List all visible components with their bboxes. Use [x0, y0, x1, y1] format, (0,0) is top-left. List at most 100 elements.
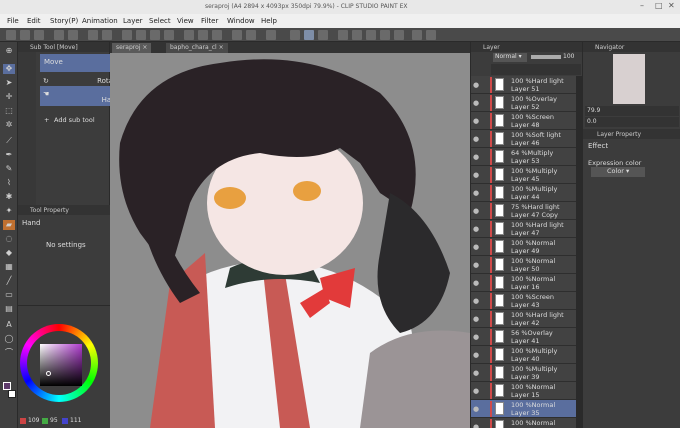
opacity-slider[interactable] — [531, 55, 561, 59]
visibility-eye-icon[interactable]: ● — [473, 297, 479, 305]
snap-special-ruler-icon[interactable] — [304, 30, 314, 40]
visibility-eye-icon[interactable]: ● — [473, 225, 479, 233]
zoom-tool-icon[interactable]: ⊕ — [3, 46, 15, 56]
visibility-eye-icon[interactable]: ● — [473, 135, 479, 143]
deselect-icon[interactable] — [136, 30, 146, 40]
eraser-tool-icon[interactable]: ▰ — [3, 220, 15, 230]
layer-row[interactable]: ● 100 %Overlay Layer 52 — [471, 94, 577, 112]
navigator-zoom-value[interactable]: 79.9 — [587, 107, 600, 114]
snap-ruler-icon[interactable] — [290, 30, 300, 40]
saturation-value-square[interactable] — [40, 344, 82, 386]
visibility-eye-icon[interactable]: ● — [473, 333, 479, 341]
layer-row[interactable]: ● 100 %Normal — [471, 418, 577, 428]
tab-close-icon[interactable]: × — [219, 44, 224, 51]
gradient-tool-icon[interactable]: ▦ — [3, 262, 15, 272]
color-picker-cursor[interactable] — [46, 371, 51, 376]
pen-tool-icon[interactable]: ✒ — [3, 150, 15, 160]
clear-icon[interactable] — [88, 30, 98, 40]
balloon-tool-icon[interactable]: ◯ — [3, 334, 15, 344]
minimize-icon[interactable]: – — [640, 1, 644, 10]
fill-tool-icon[interactable]: ◆ — [3, 248, 15, 258]
visibility-eye-icon[interactable]: ● — [473, 387, 479, 395]
save-icon[interactable] — [34, 30, 44, 40]
visibility-eye-icon[interactable]: ● — [473, 405, 479, 413]
visibility-eye-icon[interactable]: ● — [473, 279, 479, 287]
blend-mode-select[interactable]: Normal ▾ — [493, 53, 527, 62]
figure-tool-icon[interactable]: ╱ — [3, 276, 15, 286]
rotate-icon[interactable] — [212, 30, 222, 40]
menu-window[interactable]: Window — [227, 17, 255, 25]
main-color-swatch[interactable] — [3, 382, 11, 390]
visibility-eye-icon[interactable]: ● — [473, 423, 479, 428]
airbrush-tool-icon[interactable]: ✱ — [3, 192, 15, 202]
reference-icon[interactable] — [352, 30, 362, 40]
layer-row[interactable]: ● 100 %Normal Layer 15 — [471, 382, 577, 400]
menu-animation[interactable]: Animation — [82, 17, 118, 25]
layer-row[interactable]: ● 100 %Screen Layer 48 — [471, 112, 577, 130]
expression-color-select[interactable]: Color ▾ — [591, 167, 645, 177]
text-tool-icon[interactable]: A — [3, 320, 15, 330]
grid-icon[interactable] — [246, 30, 256, 40]
gradient-icon[interactable] — [426, 30, 436, 40]
layer-row[interactable]: ● 100 %Hard light Layer 51 — [471, 76, 577, 94]
crop-icon[interactable] — [184, 30, 194, 40]
menu-story[interactable]: Story(P) — [50, 17, 78, 25]
layer-row[interactable]: ● 100 %Hard light Layer 42 — [471, 310, 577, 328]
visibility-eye-icon[interactable]: ● — [473, 99, 479, 107]
visibility-eye-icon[interactable]: ● — [473, 81, 479, 89]
copy-icon[interactable] — [366, 30, 376, 40]
color-icon[interactable] — [412, 30, 422, 40]
menu-file[interactable]: File — [7, 17, 19, 25]
visibility-eye-icon[interactable]: ● — [473, 153, 479, 161]
snap-grid-icon[interactable] — [318, 30, 328, 40]
selection-tool-icon[interactable]: ⬚ — [3, 106, 15, 116]
visibility-eye-icon[interactable]: ● — [473, 369, 479, 377]
layer-row[interactable]: ● 100 %Hard light Layer 47 — [471, 220, 577, 238]
menu-help[interactable]: Help — [261, 17, 277, 25]
layer-row[interactable]: ● 64 %Multiply Layer 53 — [471, 148, 577, 166]
layer-row[interactable]: ● 100 %Multiply Layer 39 — [471, 364, 577, 382]
layer-row[interactable]: ● 56 %Overlay Layer 41 — [471, 328, 577, 346]
visibility-eye-icon[interactable]: ● — [473, 243, 479, 251]
tab-close-icon[interactable]: × — [142, 44, 147, 51]
layer-row[interactable]: ● 100 %Multiply Layer 40 — [471, 346, 577, 364]
frame-tool-icon[interactable]: ▭ — [3, 290, 15, 300]
ruler-icon[interactable] — [232, 30, 242, 40]
pencil-tool-icon[interactable]: ✎ — [3, 164, 15, 174]
add-sub-tool-button[interactable]: + Add sub tool — [40, 116, 110, 128]
menu-select[interactable]: Select — [149, 17, 171, 25]
layer-row[interactable]: ● 75 %Hard light Layer 47 Copy — [471, 202, 577, 220]
layer-row[interactable]: ● 100 %Screen Layer 43 — [471, 292, 577, 310]
blend-tool-icon[interactable]: ◌ — [3, 234, 15, 244]
zoom-icon[interactable] — [198, 30, 208, 40]
operation-tool-icon[interactable]: ➤ — [3, 78, 15, 88]
visibility-eye-icon[interactable]: ● — [473, 351, 479, 359]
visibility-eye-icon[interactable]: ● — [473, 189, 479, 197]
maximize-icon[interactable]: □ — [655, 1, 663, 10]
menu-filter[interactable]: Filter — [201, 17, 218, 25]
sub-color-swatch[interactable] — [8, 390, 16, 398]
canvas[interactable] — [110, 53, 470, 428]
paste-icon[interactable] — [380, 30, 390, 40]
open-icon[interactable] — [20, 30, 30, 40]
correct-line-tool-icon[interactable]: ⌒ — [3, 348, 15, 358]
close-icon[interactable]: ✕ — [668, 1, 675, 10]
visibility-eye-icon[interactable]: ● — [473, 261, 479, 269]
redo-icon[interactable] — [68, 30, 78, 40]
layer-row[interactable]: ● 100 %Normal Layer 50 — [471, 256, 577, 274]
visibility-eye-icon[interactable]: ● — [473, 171, 479, 179]
eyedropper-tool-icon[interactable]: ⟋ — [3, 136, 15, 146]
menu-layer[interactable]: Layer — [123, 17, 143, 25]
visibility-eye-icon[interactable]: ● — [473, 117, 479, 125]
tab-bapho[interactable]: bapho_chara_cl × — [166, 43, 228, 53]
menu-view[interactable]: View — [177, 17, 194, 25]
brush-icon[interactable] — [266, 30, 276, 40]
visibility-eye-icon[interactable]: ● — [473, 207, 479, 215]
fill-icon[interactable] — [102, 30, 112, 40]
visibility-eye-icon[interactable]: ● — [473, 315, 479, 323]
ruler-tool-icon[interactable]: ▤ — [3, 304, 15, 314]
move-layer-tool-icon[interactable]: ✛ — [3, 92, 15, 102]
brush-tool-icon[interactable]: ⌇ — [3, 178, 15, 188]
layer-row[interactable]: ● 100 %Normal Layer 49 — [471, 238, 577, 256]
undo-icon[interactable] — [54, 30, 64, 40]
